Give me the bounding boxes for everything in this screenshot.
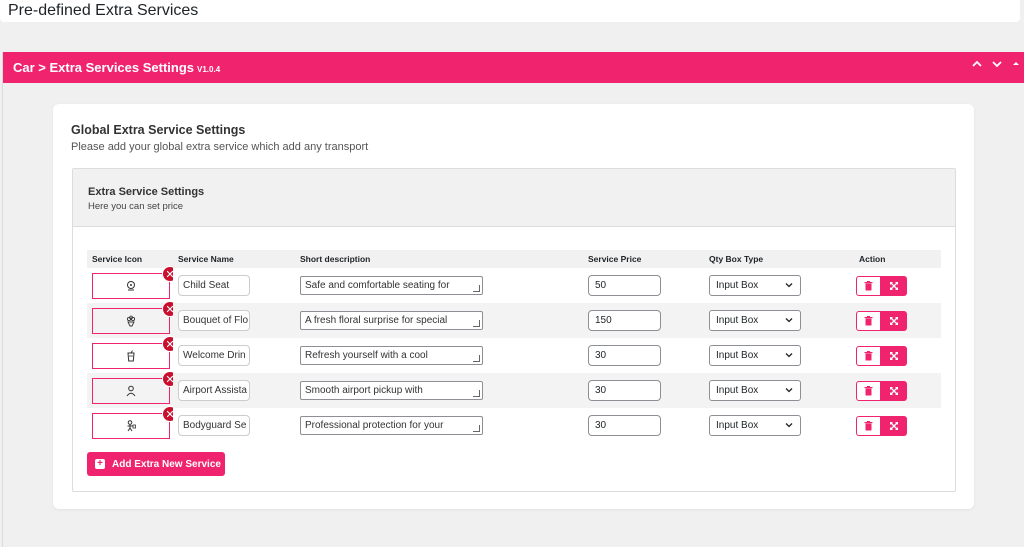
qty-box-type-select[interactable]: Input Box [709,275,801,296]
qty-box-type-value: Input Box [716,315,759,326]
chevron-down-icon [784,418,794,437]
metabox-title: Car > Extra Services Settings V1.0.4 [13,60,220,75]
short-description-textarea[interactable]: Professional protection for your [300,416,483,435]
qty-box-type-value: Input Box [716,350,759,361]
short-description-textarea[interactable]: A fresh floral surprise for special [300,311,483,330]
chevron-down-icon [784,278,794,297]
delete-row-button[interactable] [856,415,881,436]
move-icon [890,351,898,360]
global-settings-card: Global Extra Service Settings Please add… [53,104,974,509]
move-up-icon[interactable] [971,58,983,73]
drag-row-button[interactable] [881,275,907,296]
metabox-version: V1.0.4 [197,65,221,74]
qty-box-type-select[interactable]: Input Box [709,415,801,436]
service-price-input[interactable]: 30 [588,380,661,401]
qty-box-type-select[interactable]: Input Box [709,380,801,401]
drag-row-button[interactable] [881,310,907,331]
action-group [856,415,907,436]
service-price-input[interactable]: 150 [588,310,661,331]
action-group [856,275,907,296]
plus-square-icon: + [95,459,105,469]
table-row: ✕ Bodyguard Se Professional protection f… [87,405,941,443]
trash-icon [864,280,873,290]
short-description-textarea[interactable]: Refresh yourself with a cool [300,346,483,365]
move-down-icon[interactable] [991,58,1003,73]
delete-row-button[interactable] [856,275,881,296]
service-price-input[interactable]: 50 [588,275,661,296]
metabox-header[interactable]: Car > Extra Services Settings V1.0.4 [3,52,1024,83]
move-icon [890,386,898,395]
panel-title: Extra Service Settings [88,186,205,198]
metabox-title-text: Car > Extra Services Settings [13,60,195,75]
short-description-textarea[interactable]: Safe and comfortable seating for [300,276,483,295]
table-row: ✕ Child Seat Safe and comfortable seatin… [87,265,941,303]
global-subtitle: Please add your global extra service whi… [71,141,369,153]
service-price-input[interactable]: 30 [588,415,661,436]
global-title: Global Extra Service Settings [71,123,246,137]
service-name-input[interactable]: Bouquet of Flo [178,310,250,331]
qty-box-type-value: Input Box [716,385,759,396]
qty-box-type-value: Input Box [716,420,759,431]
col-header-icon: Service Icon [87,250,173,268]
trash-icon [864,315,873,325]
service-name-input[interactable]: Airport Assista [178,380,250,401]
col-header-desc: Short description [295,250,583,268]
qty-box-type-select[interactable]: Input Box [709,310,801,331]
service-name-input[interactable]: Welcome Drin [178,345,250,366]
service-icon-picker[interactable]: ✕ [92,370,178,404]
col-header-action: Action [854,250,941,268]
delete-row-button[interactable] [856,310,881,331]
move-icon [890,421,898,430]
service-icon-picker[interactable]: ✕ [92,335,178,369]
drink-icon [127,349,135,361]
child-seat-icon [127,280,135,290]
trash-icon [864,385,873,395]
drag-row-button[interactable] [881,415,907,436]
chevron-down-icon [784,383,794,402]
qty-box-type-value: Input Box [716,280,759,291]
delete-row-button[interactable] [856,345,881,366]
chevron-down-icon [784,348,794,367]
action-group [856,310,907,331]
page-title: Pre-defined Extra Services [8,2,199,19]
service-name-input[interactable]: Bodyguard Se [178,415,250,436]
add-extra-service-label: Add Extra New Service [112,458,221,470]
col-header-qty: Qty Box Type [704,250,854,268]
service-icon-picker[interactable]: ✕ [92,265,178,299]
col-header-price: Service Price [583,250,704,268]
service-table: Service Icon Service Name Short descript… [87,250,941,443]
delete-row-button[interactable] [856,380,881,401]
metabox: Car > Extra Services Settings V1.0.4 Glob… [2,52,1024,547]
person-icon [126,385,136,396]
move-icon [890,316,898,325]
service-name-input[interactable]: Child Seat [178,275,250,296]
drag-row-button[interactable] [881,345,907,366]
qty-box-type-select[interactable]: Input Box [709,345,801,366]
table-row: ✕ Bouquet of Flo A fresh floral surprise… [87,300,941,338]
action-group [856,345,907,366]
flowers-icon [126,315,136,326]
panel-subtitle: Here you can set price [88,201,184,212]
move-icon [890,281,898,290]
trash-icon [864,350,873,360]
service-icon-picker[interactable]: ✕ [92,405,178,439]
trash-icon [864,420,873,430]
add-extra-service-button[interactable]: + Add Extra New Service [87,452,225,476]
panel-header: Extra Service Settings Here you can set … [73,169,955,227]
page-title-bar: Pre-defined Extra Services [0,0,1020,22]
extra-service-panel: Extra Service Settings Here you can set … [72,168,956,492]
service-icon-picker[interactable]: ✕ [92,300,178,334]
drag-row-button[interactable] [881,380,907,401]
chevron-down-icon [784,313,794,332]
table-row: ✕ Airport Assista Smooth airport pickup … [87,370,941,408]
short-description-textarea[interactable]: Smooth airport pickup with [300,381,483,400]
bodyguard-icon [127,419,136,431]
collapse-toggle-icon[interactable] [1011,58,1021,73]
table-row: ✕ Welcome Drin Refresh yourself with a c… [87,335,941,373]
col-header-name: Service Name [173,250,295,268]
action-group [856,380,907,401]
service-price-input[interactable]: 30 [588,345,661,366]
